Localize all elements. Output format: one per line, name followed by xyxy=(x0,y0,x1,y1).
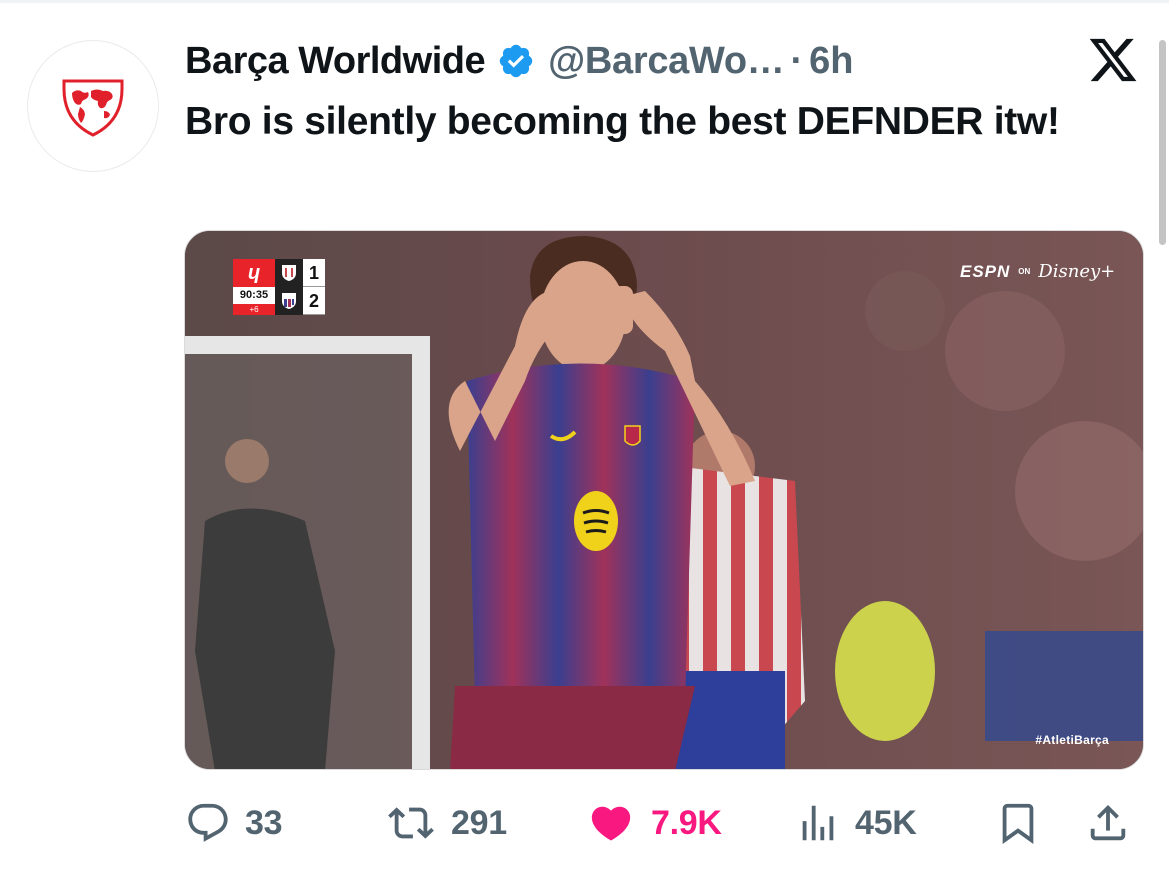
laliga-logo-icon: ɥ xyxy=(233,259,275,287)
tweet-text: Bro is silently becoming the best DEFNDE… xyxy=(185,100,1060,143)
like-count: 7.9K xyxy=(651,803,722,842)
world-map-crest-icon xyxy=(62,79,124,137)
tweet-header: Barça Worldwide @BarcaWo… · 6h xyxy=(185,38,854,84)
reply-button[interactable]: 33 xyxy=(185,795,283,851)
reply-icon xyxy=(188,803,228,842)
avatar[interactable] xyxy=(27,40,159,172)
away-score: 2 xyxy=(303,287,325,315)
like-button[interactable]: 7.9K xyxy=(585,795,722,851)
scorebug: ɥ 90:35 +6 1 2 xyxy=(233,259,339,315)
bookmark-icon xyxy=(1002,803,1034,844)
repost-icon xyxy=(388,807,434,839)
reply-count: 33 xyxy=(245,803,283,842)
scrollbar-thumb[interactable] xyxy=(1159,40,1166,245)
repost-button[interactable]: 291 xyxy=(385,795,507,851)
tweet-time[interactable]: 6h xyxy=(809,40,853,83)
share-button[interactable] xyxy=(1085,795,1131,851)
views-icon xyxy=(802,805,834,841)
top-divider xyxy=(0,0,1169,3)
like-icon xyxy=(591,806,631,841)
x-logo-icon xyxy=(1089,38,1137,82)
views-count: 45K xyxy=(855,803,917,842)
disney-plus-logo: Disney+ xyxy=(1038,261,1116,282)
barcelona-crest-icon xyxy=(275,287,303,315)
tweet-media-image[interactable]: ɥ 90:35 +6 1 2 ESPN ON Disney+ #AtletiBa… xyxy=(184,230,1144,770)
atletico-crest-icon xyxy=(275,259,303,287)
author-handle[interactable]: @BarcaWo… xyxy=(548,40,785,83)
author-name[interactable]: Barça Worldwide xyxy=(185,40,486,83)
views-button[interactable]: 45K xyxy=(795,795,917,851)
share-icon xyxy=(1090,804,1126,841)
on-label: ON xyxy=(1018,267,1031,276)
match-hashtag: #AtletiBarça xyxy=(1035,733,1109,747)
broadcaster-logo: ESPN ON Disney+ xyxy=(960,261,1115,282)
espn-logo: ESPN xyxy=(960,261,1011,281)
bookmark-button[interactable] xyxy=(995,795,1041,851)
scrollbar[interactable] xyxy=(1155,0,1169,882)
tweet-actions: 33 291 7.9K 45K xyxy=(185,795,1140,851)
home-score: 1 xyxy=(303,259,325,287)
verified-badge-icon xyxy=(499,44,533,78)
repost-count: 291 xyxy=(451,803,507,842)
match-clock: 90:35 xyxy=(233,287,275,304)
separator-dot: · xyxy=(790,39,804,82)
added-time: +6 xyxy=(233,304,275,315)
